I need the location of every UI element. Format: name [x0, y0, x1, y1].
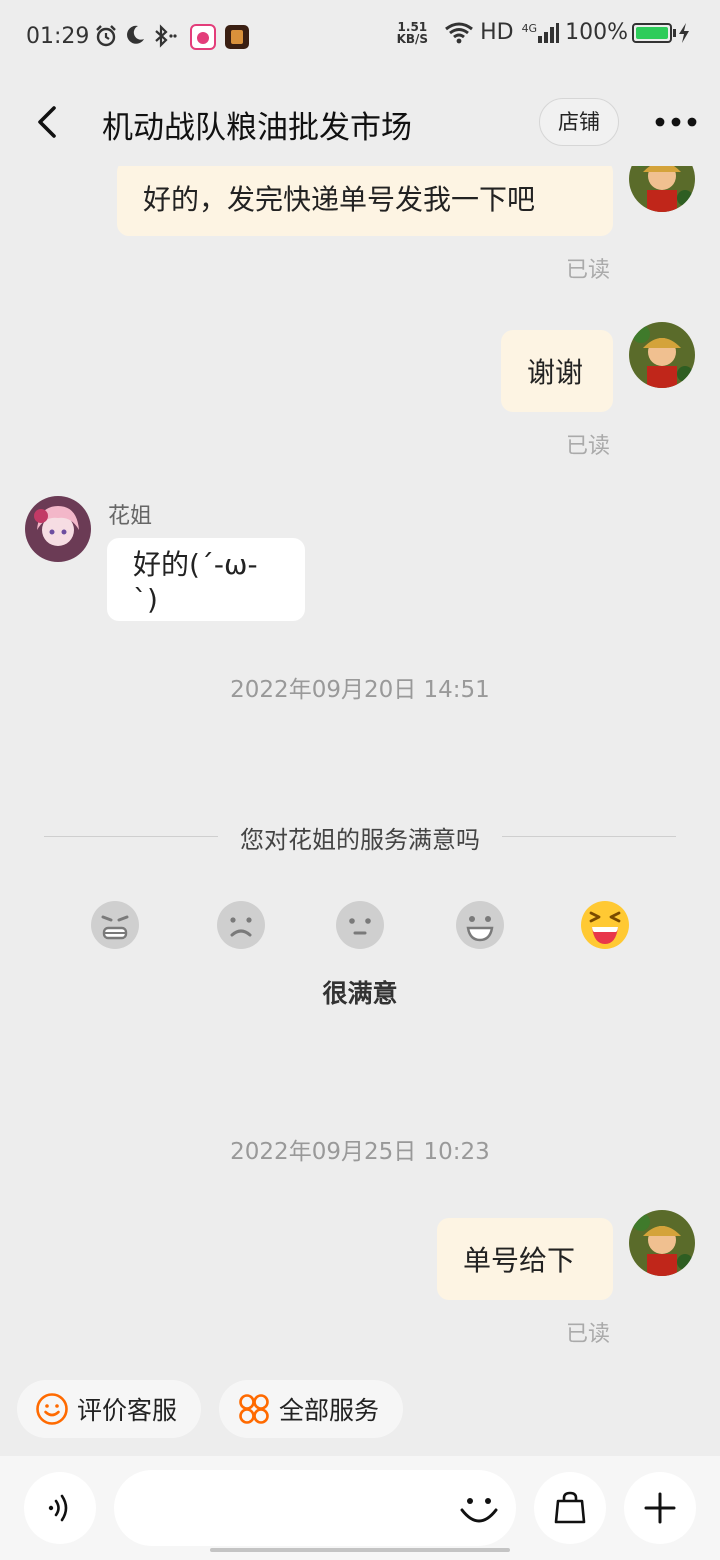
avatar-image — [25, 496, 91, 562]
message-text: 好的，发完快递单号发我一下吧 — [143, 183, 536, 216]
timestamp: 2022年09月25日 10:23 — [230, 1139, 490, 1165]
very-unsatisfied-face-icon[interactable] — [90, 900, 140, 950]
battery-percent: 100% — [565, 20, 628, 45]
app-icon-music — [190, 24, 216, 50]
net-speed-unit: KB/S — [396, 31, 429, 46]
nav-bar: 机动战队粮油批发市场 店铺 — [0, 80, 720, 166]
more-icon[interactable] — [652, 108, 700, 136]
shopping-bag-icon — [554, 1491, 586, 1524]
my-avatar[interactable] — [629, 322, 695, 388]
sender-name: 花姐 — [108, 504, 153, 529]
agent-avatar[interactable] — [25, 496, 91, 562]
hd-indicator: HD — [480, 20, 514, 45]
my-avatar[interactable] — [629, 1210, 695, 1276]
net-speed-value: 1.51 — [397, 19, 428, 34]
status-bar: 01:29 1.51 KB/S HD 4G 100% — [0, 0, 720, 76]
voice-icon — [48, 1494, 68, 1522]
quick-actions: 评价客服 全部服务 — [0, 1380, 720, 1440]
avatar-image — [629, 166, 695, 212]
read-status: 已读 — [566, 258, 611, 283]
message-bubble[interactable]: 谢谢 — [501, 330, 613, 412]
voice-button[interactable] — [24, 1472, 96, 1544]
home-indicator[interactable] — [210, 1548, 510, 1552]
chat-area: 好的，发完快递单号发我一下吧 已读 谢谢 已读 花姐 好的(´-ω-`) 202… — [0, 166, 720, 1376]
avatar-image — [629, 1210, 695, 1276]
message-text: 单号给下 — [463, 1244, 576, 1277]
message-text: 好的(´-ω-`) — [133, 548, 258, 616]
avatar-image — [629, 322, 695, 388]
all-services-label: 全部服务 — [279, 1396, 380, 1425]
message-bubble[interactable]: 好的(´-ω-`) — [107, 538, 305, 621]
page-title: 机动战队粮油批发市场 — [102, 110, 412, 146]
shop-button[interactable]: 店铺 — [539, 98, 619, 146]
charging-icon — [679, 22, 689, 43]
satisfaction-selected-label: 很满意 — [322, 979, 398, 1008]
moon-icon — [127, 25, 144, 44]
rate-service-label: 评价客服 — [77, 1396, 178, 1425]
back-arrow-icon[interactable] — [30, 102, 66, 142]
message-bubble[interactable]: 好的，发完快递单号发我一下吧 — [117, 166, 613, 236]
product-button[interactable] — [534, 1472, 606, 1544]
battery-icon — [632, 22, 672, 43]
timestamp: 2022年09月20日 14:51 — [230, 677, 490, 703]
bluetooth-icon — [155, 24, 177, 48]
rate-service-button[interactable]: 评价客服 — [17, 1380, 201, 1438]
battery-tip — [673, 28, 676, 37]
satisfaction-title: 您对花姐的服务满意吗 — [240, 826, 480, 854]
neutral-face-icon[interactable] — [335, 900, 385, 950]
very-satisfied-face-icon[interactable] — [580, 900, 630, 950]
message-bubble[interactable]: 单号给下 — [437, 1218, 613, 1300]
emoji-icon[interactable] — [456, 1486, 502, 1532]
status-time: 01:29 — [26, 24, 90, 49]
my-avatar[interactable] — [629, 166, 695, 212]
input-bar — [0, 1456, 720, 1560]
network-type: 4G — [521, 22, 538, 35]
alarm-icon — [96, 25, 116, 47]
satisfied-face-icon[interactable] — [455, 900, 505, 950]
message-text: 谢谢 — [527, 356, 584, 389]
signal-icon — [538, 22, 560, 43]
add-button[interactable] — [624, 1472, 696, 1544]
plus-icon — [644, 1492, 676, 1524]
all-services-button[interactable]: 全部服务 — [219, 1380, 403, 1438]
unsatisfied-face-icon[interactable] — [216, 900, 266, 950]
net-speed: 1.51 KB/S — [397, 21, 428, 45]
smile-icon — [36, 1393, 68, 1425]
read-status: 已读 — [566, 1322, 611, 1347]
wifi-icon — [445, 22, 473, 43]
services-grid-icon — [239, 1394, 269, 1424]
app-icon-game — [225, 25, 249, 49]
read-status: 已读 — [566, 434, 611, 459]
